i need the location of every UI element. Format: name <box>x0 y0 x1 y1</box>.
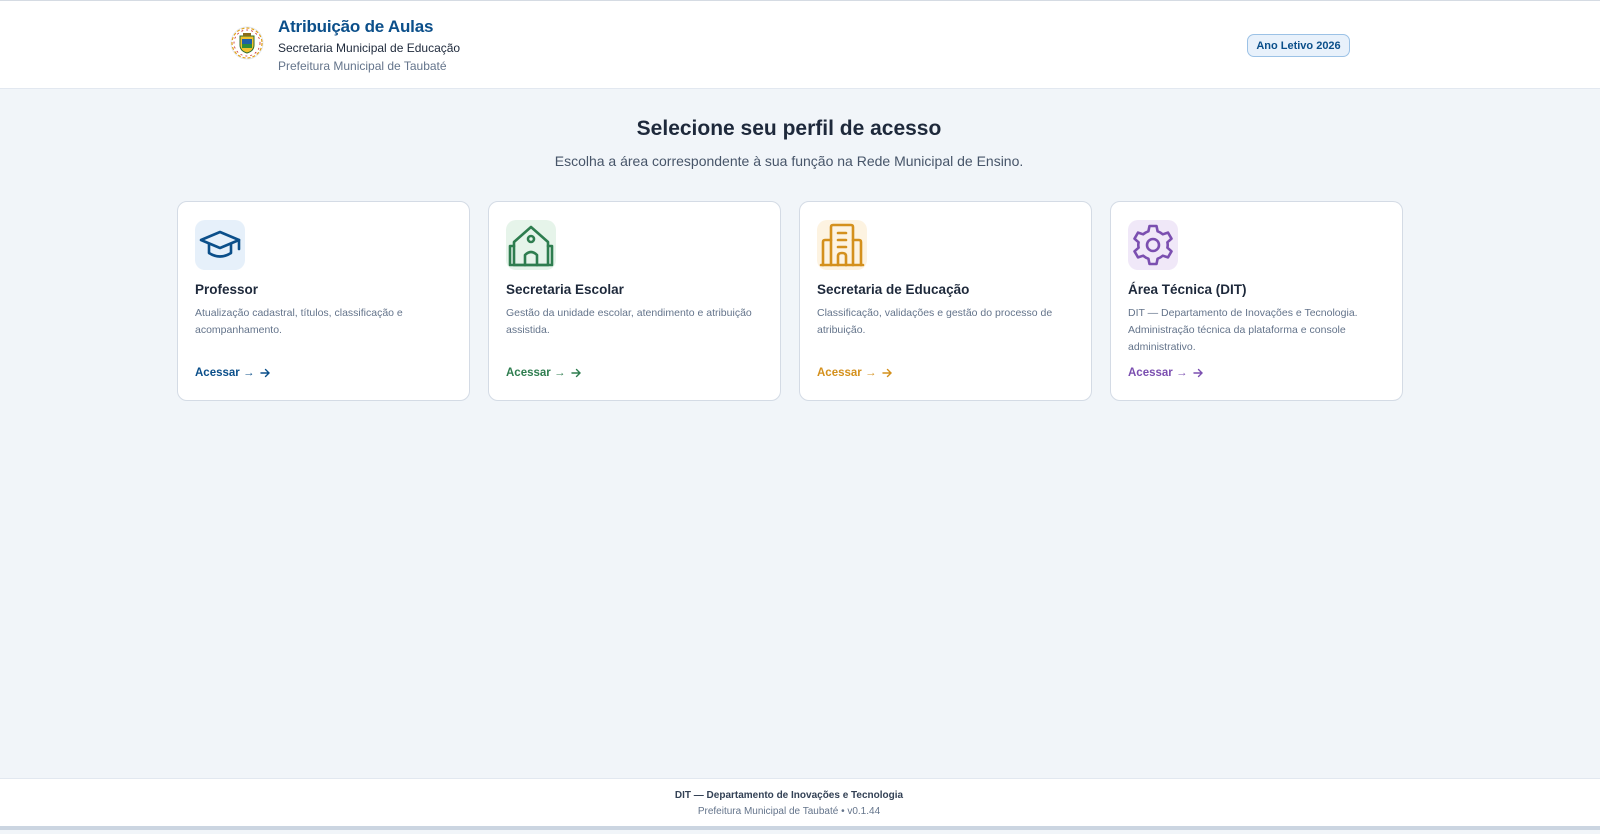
building-icon <box>817 220 867 270</box>
card-description: Classificação, validações e gestão do pr… <box>817 307 1053 336</box>
access-link-label: Acessar → <box>506 367 566 379</box>
school-icon <box>506 220 556 270</box>
page-subtitle: Escolha a área correspondente à sua funç… <box>554 153 1024 169</box>
card-title: Secretaria de Educação <box>817 282 970 297</box>
access-link-school-office[interactable]: Acessar → <box>506 367 582 379</box>
card-title: Área Técnica (DIT) <box>1128 282 1247 297</box>
access-link-technical-area[interactable]: Acessar → <box>1128 367 1204 379</box>
arrow-right-icon <box>1193 368 1204 378</box>
card-title: Secretaria Escolar <box>506 282 624 297</box>
access-link-professor[interactable]: Acessar → <box>195 367 271 379</box>
city-crest-logo <box>230 26 264 60</box>
page-title: Selecione seu perfil de acesso <box>636 117 942 140</box>
card-description: Atualização cadastral, títulos, classifi… <box>195 307 403 336</box>
access-link-education-office[interactable]: Acessar → <box>817 367 893 379</box>
card-description: DIT — Departamento de Inovações e Tecnol… <box>1128 307 1358 353</box>
city-hall-name: Prefeitura Municipal de Taubaté <box>278 59 447 73</box>
department-name: Secretaria Municipal de Educação <box>278 41 461 55</box>
arrow-right-icon <box>882 368 893 378</box>
card-description: Gestão da unidade escolar, atendimento e… <box>506 307 752 336</box>
school-year-badge: Ano Letivo 2026 <box>1247 34 1350 57</box>
graduation-cap-icon <box>195 220 245 270</box>
profile-card-technical-area[interactable]: Área Técnica (DIT) DIT — Departamento de… <box>1110 201 1403 401</box>
arrow-right-icon <box>571 368 582 378</box>
access-link-label: Acessar → <box>195 367 255 379</box>
profile-card-school-office[interactable]: Secretaria Escolar Gestão da unidade esc… <box>488 201 781 401</box>
access-link-label: Acessar → <box>1128 367 1188 379</box>
app-footer: DIT — Departamento de Inovações e Tecnol… <box>0 778 1600 830</box>
profile-card-education-office[interactable]: Secretaria de Educação Classificação, va… <box>799 201 1092 401</box>
arrow-right-icon <box>260 368 271 378</box>
profile-card-professor[interactable]: Professor Atualização cadastral, títulos… <box>177 201 470 401</box>
brand[interactable]: Atribuição de Aulas Secretaria Municipal… <box>230 15 460 75</box>
app-header: Atribuição de Aulas Secretaria Municipal… <box>0 0 1600 89</box>
app-title: Atribuição de Aulas <box>278 17 434 36</box>
card-title: Professor <box>195 282 259 297</box>
footer-department: DIT — Departamento de Inovações e Tecnol… <box>674 790 904 801</box>
footer-version: Prefeitura Municipal de Taubaté • v0.1.4… <box>697 806 881 817</box>
access-link-label: Acessar → <box>817 367 877 379</box>
gear-icon <box>1128 220 1178 270</box>
